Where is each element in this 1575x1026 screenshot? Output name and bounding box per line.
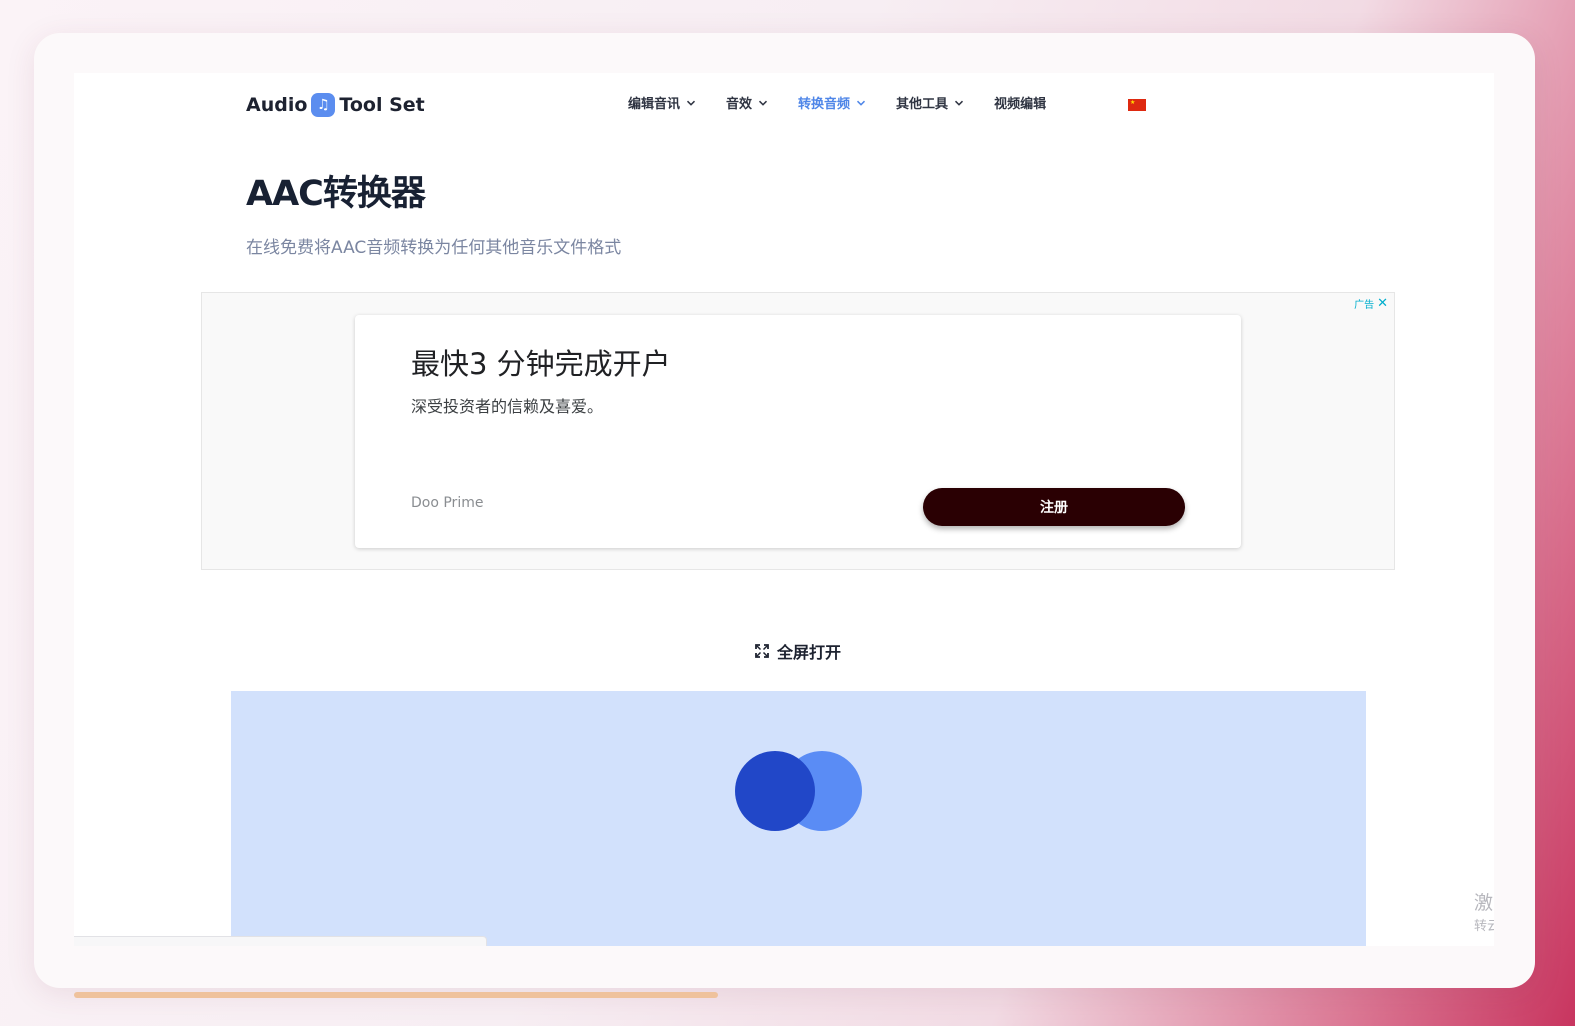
ad-body: 深受投资者的信赖及喜爱。 [411,397,604,416]
fullscreen-button[interactable]: 全屏打开 [755,639,841,663]
ad-register-button[interactable]: 注册 [923,488,1185,526]
site-logo[interactable]: Audio ♫ Tool Set [246,92,425,118]
page-subtitle: 在线免费将AAC音频转换为任何其他音乐文件格式 [246,238,622,258]
chevron-down-icon [759,100,768,106]
side-widget-text: 转云 [1474,919,1494,934]
page: Audio ♫ Tool Set 编辑音讯 音效 转换音频 其他工具 视频编辑 … [74,73,1494,946]
nav-effects[interactable]: 音效 [726,93,768,112]
converter-tool-frame[interactable] [231,691,1366,946]
logo-text-left: Audio [246,94,308,116]
china-flag-icon[interactable]: ★ [1128,99,1146,111]
ad-advertiser: Doo Prime [411,495,484,511]
expand-icon [755,644,769,658]
ad-badge-label: 广告 [1354,300,1375,311]
loading-dot [735,751,815,831]
ad-headline: 最快3 分钟完成开户 [411,347,671,381]
nav-label: 转换音频 [798,97,851,112]
chevron-down-icon [857,100,866,106]
nav-label: 编辑音讯 [628,97,681,112]
logo-text-right: Tool Set [339,94,425,116]
side-widget[interactable]: 激 转云 [1474,888,1494,934]
fullscreen-label: 全屏打开 [777,643,842,662]
close-icon[interactable]: ✕ [1377,297,1388,310]
ad-badge[interactable]: 广告 ✕ [1354,296,1388,311]
chevron-down-icon [955,100,964,106]
chevron-down-icon [686,100,696,106]
music-note-icon: ♫ [311,93,336,117]
nav-label: 音效 [726,97,753,112]
main-nav: 编辑音讯 音效 转换音频 其他工具 视频编辑 [628,93,1076,112]
progress-bar [74,992,718,998]
ad-container: 广告 ✕ 最快3 分钟完成开户 深受投资者的信赖及喜爱。 Doo Prime 注… [201,292,1395,570]
nav-convert-audio[interactable]: 转换音频 [798,93,866,112]
side-widget-title: 激 [1474,892,1494,914]
nav-other-tools[interactable]: 其他工具 [896,93,964,112]
nav-edit-audio[interactable]: 编辑音讯 [628,93,696,112]
nav-label: 其他工具 [896,97,949,112]
nav-video-edit[interactable]: 视频编辑 [994,93,1046,112]
bottom-panel [74,936,487,946]
page-title: AAC转换器 [246,174,426,214]
nav-label: 视频编辑 [994,97,1047,112]
ad-card[interactable]: 最快3 分钟完成开户 深受投资者的信赖及喜爱。 Doo Prime 注册 [355,315,1241,548]
